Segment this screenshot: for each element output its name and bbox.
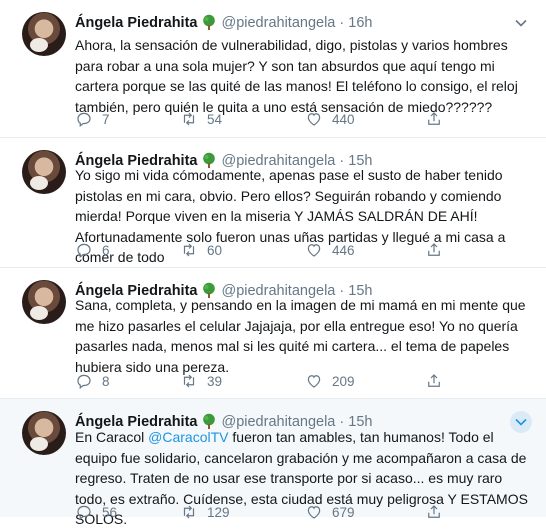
heart-icon: [307, 244, 321, 257]
reply-icon: [77, 505, 91, 520]
tweet-header: Ángela Piedrahita @piedrahitangela · 16h: [75, 14, 372, 32]
like-button[interactable]: 440: [305, 110, 425, 128]
dog-graphic: [30, 306, 48, 320]
tweet-4[interactable]: Ángela Piedrahita @piedrahitangela · 15h …: [0, 399, 546, 527]
heart-icon: [307, 506, 321, 519]
dog-graphic: [30, 38, 48, 52]
like-button[interactable]: 446: [305, 241, 425, 259]
share-icon: [428, 112, 440, 125]
chevron-down-icon[interactable]: [510, 12, 532, 34]
like-count: 446: [332, 242, 355, 258]
reply-count: 7: [102, 111, 110, 127]
tweet-text: Ahora, la sensación de vulnerabilidad, d…: [75, 37, 518, 115]
dog-graphic: [30, 437, 48, 451]
reply-icon: [77, 112, 91, 127]
tree-emoji-icon: [203, 14, 216, 30]
tweet-2[interactable]: Ángela Piedrahita @piedrahitangela · 15h …: [0, 138, 546, 268]
share-button[interactable]: [425, 503, 443, 521]
heart-icon: [307, 375, 321, 388]
retweet-icon: [183, 505, 195, 519]
avatar[interactable]: [22, 411, 66, 455]
reply-button[interactable]: 6: [75, 241, 180, 259]
like-button[interactable]: 209: [305, 372, 425, 390]
reply-count: 6: [102, 242, 110, 258]
retweet-count: 54: [207, 111, 223, 127]
timestamp[interactable]: 16h: [348, 15, 372, 31]
tweet-actions: 56 129 679: [75, 502, 443, 522]
tweet-actions: 6 60 446: [75, 240, 443, 260]
like-button[interactable]: 679: [305, 503, 425, 521]
retweet-icon: [183, 243, 195, 257]
share-icon: [428, 505, 440, 518]
tweet-actions: 7 54 440: [75, 109, 443, 129]
like-count: 679: [332, 504, 355, 520]
share-icon: [428, 243, 440, 256]
tweet-actions: 8 39 209: [75, 371, 443, 391]
author-handle[interactable]: @piedrahitangela: [221, 15, 335, 31]
retweet-count: 60: [207, 242, 223, 258]
retweet-count: 129: [207, 504, 230, 520]
retweet-count: 39: [207, 373, 223, 389]
reply-count: 56: [102, 504, 118, 520]
author-name[interactable]: Ángela Piedrahita: [75, 15, 197, 31]
retweet-button[interactable]: 39: [180, 372, 305, 390]
reply-button[interactable]: 8: [75, 372, 180, 390]
reply-button[interactable]: 56: [75, 503, 180, 521]
retweet-icon: [183, 112, 195, 126]
tweet-text: Sana, completa, y pensando en la imagen …: [75, 297, 526, 375]
retweet-button[interactable]: 129: [180, 503, 305, 521]
reply-icon: [77, 374, 91, 389]
reply-button[interactable]: 7: [75, 110, 180, 128]
dog-graphic: [30, 176, 48, 190]
retweet-button[interactable]: 54: [180, 110, 305, 128]
share-button[interactable]: [425, 372, 443, 390]
reply-icon: [77, 243, 91, 258]
heart-icon: [307, 113, 321, 126]
like-count: 209: [332, 373, 355, 389]
like-count: 440: [332, 111, 355, 127]
mention-link[interactable]: @CaracolTV: [148, 429, 228, 445]
tweet-text-start: En Caracol: [75, 429, 149, 445]
avatar[interactable]: [22, 150, 66, 194]
avatar[interactable]: [22, 12, 66, 56]
share-icon: [428, 374, 440, 387]
retweet-button[interactable]: 60: [180, 241, 305, 259]
tweet-1[interactable]: Ángela Piedrahita @piedrahitangela · 16h …: [0, 0, 546, 138]
avatar[interactable]: [22, 280, 66, 324]
share-button[interactable]: [425, 241, 443, 259]
separator-dot: ·: [339, 15, 345, 31]
share-button[interactable]: [425, 110, 443, 128]
retweet-icon: [183, 374, 195, 388]
reply-count: 8: [102, 373, 110, 389]
tweet-3[interactable]: Ángela Piedrahita @piedrahitangela · 15h …: [0, 268, 546, 399]
